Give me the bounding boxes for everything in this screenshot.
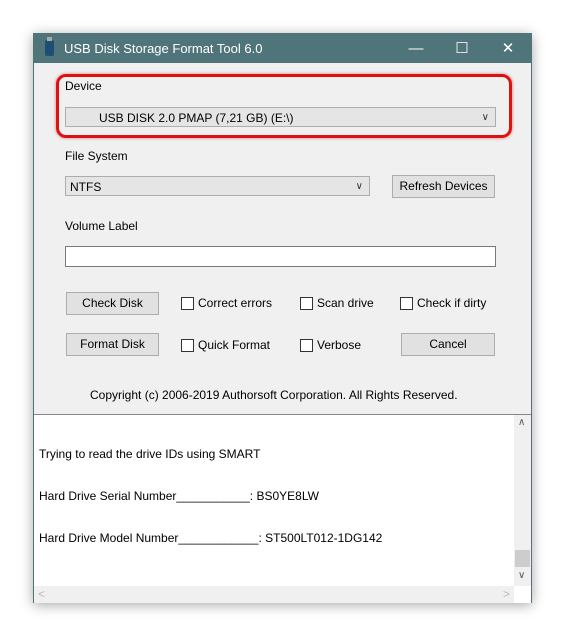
- file-system-label: File System: [65, 149, 128, 163]
- scroll-right-icon[interactable]: >: [503, 587, 510, 601]
- checkbox-box: [400, 296, 413, 310]
- chevron-down-icon: ∨: [481, 112, 489, 123]
- quick-format-label: Quick Format: [198, 338, 271, 352]
- maximize-button[interactable]: ☐: [439, 34, 485, 63]
- title-bar: USB Disk Storage Format Tool 6.0 — ☐ ✕: [34, 34, 531, 63]
- close-button[interactable]: ✕: [485, 34, 531, 63]
- usb-app-icon: [45, 37, 54, 56]
- refresh-devices-button[interactable]: Refresh Devices: [392, 175, 495, 198]
- verbose-label: Verbose: [317, 338, 362, 352]
- quick-format-checkbox[interactable]: Quick Format: [181, 338, 270, 352]
- log-line: Hard Drive Model Number____________: ST5…: [39, 531, 383, 545]
- file-system-value: NTFS: [70, 180, 102, 194]
- scroll-down-icon[interactable]: ∨: [518, 570, 525, 581]
- vertical-scrollbar[interactable]: ∧ ∨: [514, 415, 531, 586]
- check-if-dirty-checkbox[interactable]: Check if dirty: [400, 296, 486, 310]
- horizontal-scrollbar[interactable]: < >: [34, 586, 514, 603]
- log-output[interactable]: Trying to read the drive IDs using SMART…: [34, 414, 531, 603]
- highlight-frame: [56, 74, 512, 138]
- cancel-button[interactable]: Cancel: [401, 333, 495, 356]
- device-value: USB DISK 2.0 PMAP (7,21 GB) (E:\): [99, 111, 294, 125]
- checkbox-box: [300, 338, 313, 352]
- format-disk-button[interactable]: Format Disk: [66, 333, 159, 356]
- device-dropdown[interactable]: USB DISK 2.0 PMAP (7,21 GB) (E:\) ∨: [65, 107, 496, 127]
- window-title: USB Disk Storage Format Tool 6.0: [64, 41, 263, 56]
- scan-drive-checkbox[interactable]: Scan drive: [300, 296, 374, 310]
- correct-errors-checkbox[interactable]: Correct errors: [181, 296, 272, 310]
- log-line: Trying to read the drive IDs using SMART: [39, 447, 261, 461]
- checkbox-box: [181, 338, 194, 352]
- volume-label-label: Volume Label: [65, 219, 138, 233]
- log-line: Hard Drive Serial Number___________: BS0…: [39, 489, 319, 503]
- verbose-checkbox[interactable]: Verbose: [300, 338, 361, 352]
- checkbox-box: [300, 296, 313, 310]
- scroll-up-icon[interactable]: ∧: [518, 417, 525, 428]
- app-window: USB Disk Storage Format Tool 6.0 — ☐ ✕ D…: [33, 33, 532, 603]
- scroll-left-icon[interactable]: <: [38, 587, 45, 601]
- scrollbar-thumb[interactable]: [515, 550, 530, 567]
- check-disk-button[interactable]: Check Disk: [66, 292, 159, 315]
- device-label: Device: [65, 79, 102, 93]
- chevron-down-icon: ∨: [355, 181, 363, 192]
- check-if-dirty-label: Check if dirty: [417, 296, 487, 310]
- file-system-dropdown[interactable]: NTFS ∨: [65, 176, 370, 196]
- volume-label-input[interactable]: [65, 246, 496, 267]
- correct-errors-label: Correct errors: [198, 296, 273, 310]
- scan-drive-label: Scan drive: [317, 296, 374, 310]
- copyright-text: Copyright (c) 2006-2019 Authorsoft Corpo…: [90, 388, 458, 402]
- minimize-button[interactable]: —: [393, 34, 439, 63]
- checkbox-box: [181, 296, 194, 310]
